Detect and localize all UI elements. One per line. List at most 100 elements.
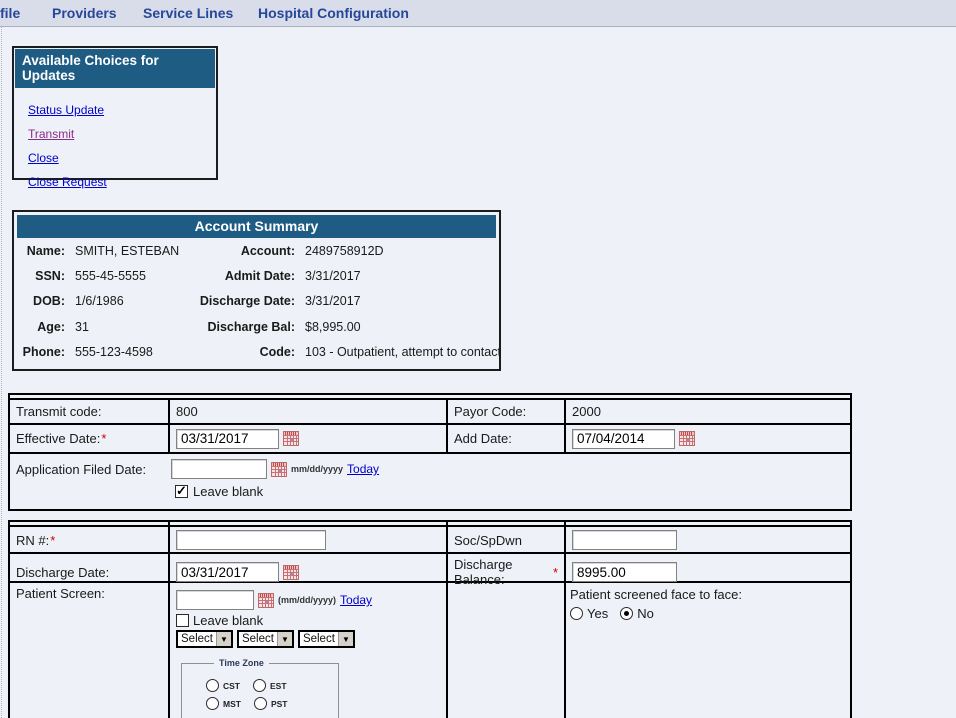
mst-label: MST: [223, 699, 241, 709]
soc-spdwn-label: Soc/SpDwn: [454, 533, 522, 548]
effective-date-input[interactable]: [176, 429, 279, 449]
application-filed-leave-blank-label: Leave blank: [193, 484, 263, 499]
patient-screen-selects-line: Select ▼ Select ▼ Select ▼: [176, 630, 372, 648]
label-ssn: SSN:: [17, 269, 65, 283]
mst-radio[interactable]: [206, 697, 219, 710]
time-zone-option-mst: MST: [206, 697, 241, 710]
chevron-down-icon: ▼: [277, 632, 292, 646]
spacer-cell: [448, 522, 566, 525]
rn-label: RN #:: [16, 533, 49, 548]
transmit-code-row: Transmit code: 800 Payor Code: 2000: [10, 400, 850, 425]
label-age: Age:: [17, 320, 65, 334]
add-date-input[interactable]: [572, 429, 675, 449]
patient-screen-field-cell: (mm/dd/yyyy) Today Leave blank Select ▼ …: [170, 583, 448, 718]
est-radio[interactable]: [253, 679, 266, 692]
nav-item-service-lines[interactable]: Service Lines: [143, 5, 233, 21]
transmit-form-table: Transmit code: 800 Payor Code: 2000 Effe…: [8, 393, 852, 511]
value-name: SMITH, ESTEBAN: [65, 244, 187, 258]
account-summary-panel: Account Summary Name: SMITH, ESTEBAN Acc…: [12, 210, 501, 371]
application-filed-date-input[interactable]: [171, 459, 267, 479]
label-dob: DOB:: [17, 294, 65, 308]
link-close-request[interactable]: Close Request: [28, 175, 107, 189]
transmit-code-label-cell: Transmit code:: [10, 400, 170, 423]
effective-date-calendar-icon[interactable]: [283, 431, 299, 446]
application-filed-date-label: Application Filed Date:: [16, 462, 167, 477]
available-choices-title: Available Choices for Updates: [15, 49, 215, 88]
link-status-update[interactable]: Status Update: [28, 103, 104, 117]
rn-label-cell: RN #:*: [10, 527, 170, 553]
discharge-date-row: Discharge Date: Discharge Balance:*: [10, 554, 850, 583]
add-date-label: Add Date:: [454, 431, 512, 446]
discharge-balance-input[interactable]: [572, 562, 677, 582]
patient-screen-leave-blank-checkbox[interactable]: [176, 614, 189, 627]
time-zone-option-cst: CST: [206, 679, 240, 692]
discharge-date-input[interactable]: [176, 562, 279, 582]
patient-screen-label: Patient Screen:: [16, 586, 105, 601]
value-phone: 555-123-4598: [65, 345, 187, 359]
value-age: 31: [65, 320, 187, 334]
label-account: Account:: [187, 244, 295, 258]
face-to-face-no-radio[interactable]: [620, 607, 633, 620]
effective-date-label-cell: Effective Date:*: [10, 425, 170, 452]
spacer-cell: [10, 522, 170, 525]
soc-spdwn-input[interactable]: [572, 530, 677, 550]
patient-screen-select-2[interactable]: Select ▼: [237, 630, 294, 648]
add-date-calendar-icon[interactable]: [679, 431, 695, 446]
application-filed-date-today-link[interactable]: Today: [347, 462, 379, 476]
rn-input[interactable]: [176, 530, 326, 550]
patient-screen-date-line: (mm/dd/yyyy) Today: [176, 590, 372, 610]
time-zone-row-1: CST EST: [206, 679, 338, 692]
application-filed-leave-blank-checkbox[interactable]: [175, 485, 188, 498]
patient-screen-select-1-value: Select: [178, 633, 216, 645]
transmit-code-value: 800: [176, 404, 198, 419]
patient-screen-leave-blank-line: Leave blank: [176, 613, 372, 628]
est-label: EST: [270, 681, 287, 691]
patient-screen-calendar-icon[interactable]: [258, 593, 274, 608]
effective-date-label: Effective Date:: [16, 431, 100, 446]
time-zone-fieldset: Time Zone CST EST: [181, 658, 339, 718]
link-transmit[interactable]: Transmit: [28, 127, 74, 141]
label-phone: Phone:: [17, 345, 65, 359]
account-summary-title: Account Summary: [17, 215, 496, 238]
application-filed-date-calendar-icon[interactable]: [271, 462, 287, 477]
patient-screen-label-cell: Patient Screen:: [10, 583, 170, 718]
cst-label: CST: [223, 681, 240, 691]
chevron-down-icon: ▼: [216, 632, 231, 646]
face-to-face-yes-radio[interactable]: [570, 607, 583, 620]
nav-item-file[interactable]: file: [0, 5, 20, 21]
discharge-date-calendar-icon[interactable]: [283, 565, 299, 580]
time-zone-option-est: EST: [253, 679, 287, 692]
add-date-label-cell: Add Date:: [448, 425, 566, 452]
link-close[interactable]: Close: [28, 151, 59, 165]
payor-code-label-cell: Payor Code:: [448, 400, 566, 423]
patient-screen-date-input[interactable]: [176, 590, 254, 610]
nav-item-hospital-configuration[interactable]: Hospital Configuration: [258, 5, 409, 21]
top-navbar: file Providers Service Lines Hospital Co…: [0, 0, 956, 27]
application-filed-date-row: Application Filed Date: mm/dd/yyyy Today…: [10, 454, 850, 509]
face-to-face-no-label: No: [637, 606, 654, 621]
spacer-cell: [566, 522, 850, 525]
rn-row: RN #:* Soc/SpDwn: [10, 527, 850, 554]
value-code: 103 - Outpatient, attempt to contact: [295, 345, 501, 359]
time-zone-row-2: MST PST: [206, 697, 338, 710]
transmit-code-label: Transmit code:: [16, 404, 102, 419]
patient-screen-select-3[interactable]: Select ▼: [298, 630, 355, 648]
rn-required-marker: *: [50, 533, 55, 548]
value-ssn: 555-45-5555: [65, 269, 187, 283]
patient-screen-today-link[interactable]: Today: [340, 593, 372, 607]
label-code: Code:: [187, 345, 295, 359]
spacer-cell: [170, 522, 448, 525]
discharge-balance-required-marker: *: [553, 565, 558, 580]
label-admit-date: Admit Date:: [187, 269, 295, 283]
label-name: Name:: [17, 244, 65, 258]
value-dob: 1/6/1986: [65, 294, 187, 308]
nav-item-providers[interactable]: Providers: [52, 5, 117, 21]
effective-date-row: Effective Date:* Add Date:: [10, 425, 850, 454]
cst-radio[interactable]: [206, 679, 219, 692]
pst-radio[interactable]: [254, 697, 267, 710]
patient-screen-select-2-value: Select: [239, 633, 277, 645]
patient-screen-format-hint: (mm/dd/yyyy): [278, 595, 336, 605]
choices-link-list: Status Update Transmit Close Close Reque…: [14, 89, 216, 189]
patient-screen-select-1[interactable]: Select ▼: [176, 630, 233, 648]
effective-date-required-marker: *: [101, 431, 106, 446]
